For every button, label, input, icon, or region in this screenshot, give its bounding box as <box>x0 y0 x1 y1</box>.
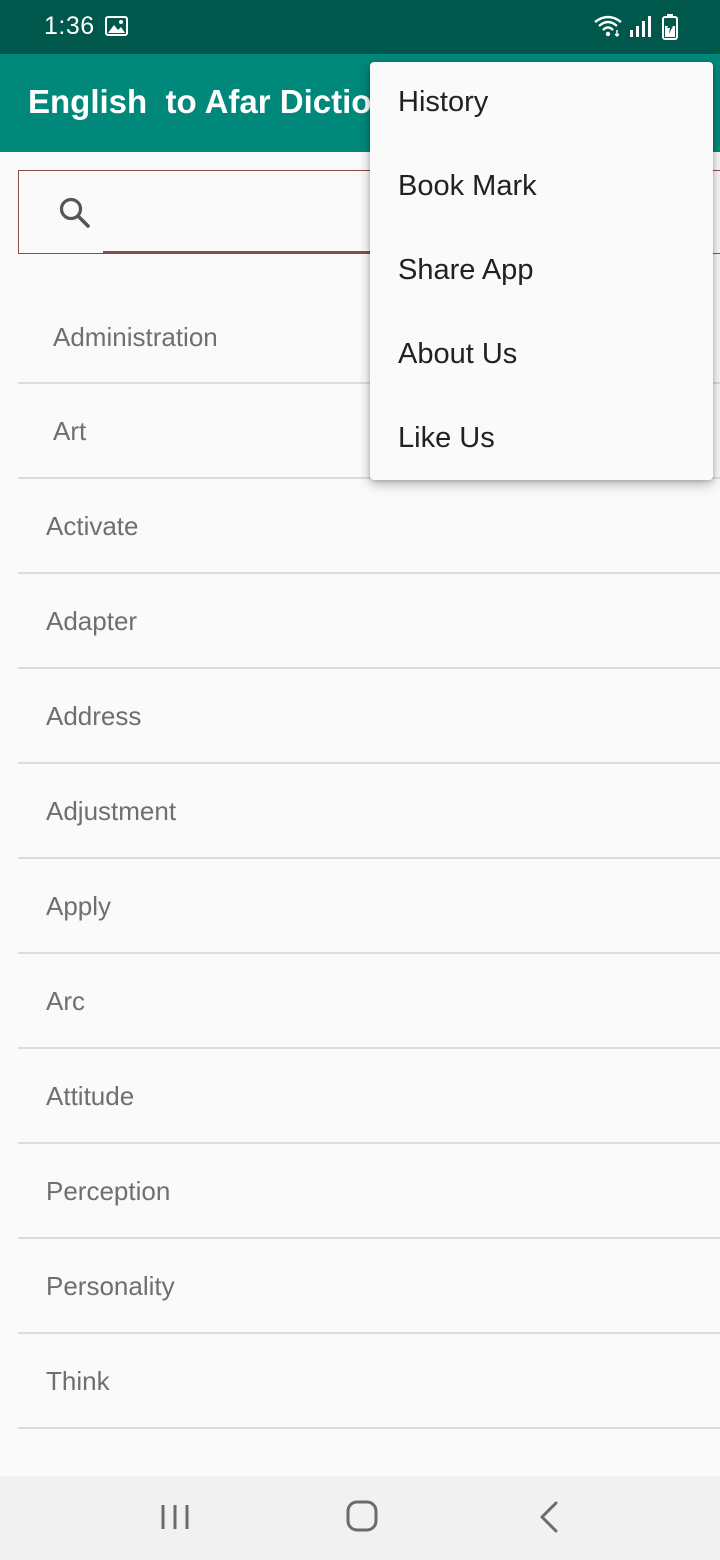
list-item[interactable]: Arc <box>18 954 720 1049</box>
app-title: English to Afar Diction <box>28 83 392 120</box>
menu-item-label: Book Mark <box>398 170 537 202</box>
list-item-label: Attitude <box>46 1081 135 1111</box>
home-icon[interactable] <box>344 1498 380 1534</box>
list-item-label: Adapter <box>46 606 138 636</box>
status-bar: 1:36 <box>0 0 720 54</box>
list-item[interactable]: Adapter <box>18 574 720 669</box>
list-item-label: Perception <box>46 1176 171 1206</box>
list-item-label: Think <box>46 1366 110 1396</box>
list-item-label: Personality <box>46 1271 175 1301</box>
menu-item-history[interactable]: History <box>370 62 713 146</box>
menu-item-about-us[interactable]: About Us <box>370 314 713 398</box>
screen: 1:36 English to Afar Diction Administrat… <box>0 0 720 1560</box>
list-item-label: Adjustment <box>46 796 177 826</box>
list-item[interactable]: Apply <box>18 859 720 954</box>
menu-item-like-us[interactable]: Like Us <box>370 398 713 482</box>
recent-apps-icon[interactable] <box>158 1500 192 1534</box>
menu-item-label: About Us <box>398 338 518 370</box>
list-item-label: Apply <box>46 891 112 921</box>
list-item-label: Arc <box>46 986 85 1016</box>
menu-item-share-app[interactable]: Share App <box>370 230 713 314</box>
back-icon[interactable] <box>536 1500 562 1534</box>
menu-item-label: Like Us <box>398 422 495 454</box>
signal-icon <box>630 16 651 37</box>
search-icon[interactable] <box>57 195 93 231</box>
list-item[interactable]: Attitude <box>18 1049 720 1144</box>
menu-item-label: History <box>398 86 489 118</box>
list-item-label: Address <box>46 701 142 731</box>
menu-item-book-mark[interactable]: Book Mark <box>370 146 713 230</box>
nav-bar <box>0 1476 720 1560</box>
image-icon <box>105 16 128 36</box>
list-item-label: Administration <box>53 322 218 352</box>
list-item[interactable]: Think <box>18 1334 720 1429</box>
list-item-label: Art <box>53 416 87 446</box>
wifi-icon <box>594 15 622 38</box>
list-item-label: Activate <box>46 511 139 541</box>
list-item[interactable]: Address <box>18 669 720 764</box>
battery-charging-icon <box>662 14 678 40</box>
overflow-menu: History Book Mark Share App About Us Lik… <box>370 62 713 480</box>
list-item[interactable]: Adjustment <box>18 764 720 859</box>
list-item[interactable]: Activate <box>18 479 720 574</box>
status-time: 1:36 <box>44 12 95 40</box>
menu-item-label: Share App <box>398 254 534 286</box>
list-item[interactable]: Perception <box>18 1144 720 1239</box>
list-item[interactable]: Personality <box>18 1239 720 1334</box>
